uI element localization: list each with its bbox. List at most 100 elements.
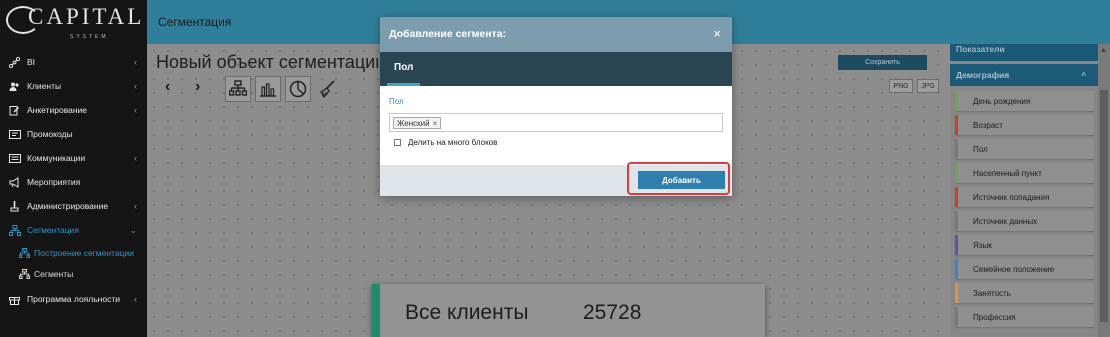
users-icon (8, 80, 21, 92)
segment-node-card[interactable]: Все клиенты 25728 (372, 284, 765, 337)
sidebar-item-label: Анкетирование (27, 105, 88, 115)
split-blocks-checkbox[interactable] (394, 139, 401, 146)
scrollbar-thumb[interactable] (1100, 90, 1108, 322)
sidebar-subitem-segments[interactable]: Сегменты (0, 263, 147, 284)
metric-item-marital-status[interactable]: Семейное положение (955, 259, 1094, 279)
bullhorn-icon (8, 176, 21, 188)
sidebar-subitem-build-segmentation[interactable]: Построение сегментации (0, 242, 147, 263)
sidebar-item-administration[interactable]: Администрирование ‹ (0, 194, 147, 218)
chevron-left-icon: ‹ (134, 81, 137, 91)
metric-item-language[interactable]: Язык (955, 235, 1094, 255)
tree-layout-tool[interactable] (225, 76, 251, 102)
split-blocks-option[interactable]: Делить на много блоков (394, 138, 497, 147)
png-export-button[interactable]: PNG (889, 79, 913, 93)
chip-label: Женский (397, 118, 430, 128)
chip-remove-icon[interactable]: × (433, 119, 438, 128)
jpg-export-button[interactable]: JPG (917, 79, 939, 93)
sidebar-item-label: Промокоды (27, 129, 73, 139)
share-icon (8, 56, 21, 68)
metric-item-profession[interactable]: Профессия (955, 307, 1094, 327)
sidebar-item-events[interactable]: Мероприятия (0, 170, 147, 194)
page-title: Новый объект сегментации (156, 52, 378, 72)
highlight-frame (627, 162, 730, 195)
prev-arrow-button[interactable]: ‹ (165, 78, 170, 96)
edit-icon (8, 104, 21, 116)
segment-node-count: 25728 (583, 301, 642, 324)
metric-item-label: Населенный пункт (973, 168, 1042, 178)
metric-item-label: Профессия (973, 312, 1016, 322)
metric-item-label: Семейное положение (973, 264, 1055, 274)
segment-node-label: Все клиенты (405, 301, 529, 324)
metric-item-locality[interactable]: Населенный пункт (955, 163, 1094, 183)
modal-body: Пол Женский × Делить на много блоков (380, 86, 732, 165)
sidebar-item-label: Коммуникации (27, 153, 86, 163)
logo-text: CAPITAL (28, 4, 145, 29)
metrics-panel-header: Показатели (950, 44, 1098, 61)
metric-item-label: Пол (973, 144, 988, 154)
wrench-icon (8, 200, 21, 212)
sidebar-subitem-label: Сегменты (34, 268, 74, 279)
sidebar-item-label: Программа лояльности (27, 294, 120, 304)
metric-item-label: Источник попадания (973, 192, 1050, 202)
metric-item-source[interactable]: Источник попадания (955, 187, 1094, 207)
sitemap-icon (18, 247, 30, 258)
metrics-group-label: Демография (956, 70, 1010, 80)
clear-canvas-tool[interactable] (314, 76, 340, 102)
close-icon[interactable]: × (713, 26, 721, 41)
sidebar-item-label: Сегментация (27, 225, 79, 235)
selected-chip-female: Женский × (393, 117, 442, 129)
metric-item-birthday[interactable]: День рождения (955, 91, 1094, 111)
chevron-left-icon: ‹ (134, 105, 137, 115)
metric-item-age[interactable]: Возраст (955, 115, 1094, 135)
metric-item-employment[interactable]: Занятость (955, 283, 1094, 303)
logo-sub: SYSTEM (70, 34, 109, 40)
next-arrow-button[interactable]: › (195, 78, 200, 96)
chevron-up-icon: ^ (1081, 70, 1086, 80)
chevron-down-icon: ⌄ (129, 225, 137, 235)
bar-chart-tool[interactable] (255, 76, 281, 102)
sidebar-item-clients[interactable]: Клиенты ‹ (0, 74, 147, 98)
metric-item-label: Занятость (973, 288, 1011, 298)
sitemap-icon (229, 80, 247, 96)
chevron-left-icon: ‹ (134, 153, 137, 163)
scroll-up-icon[interactable]: ▲ (1100, 47, 1107, 54)
sitemap-icon (18, 268, 30, 279)
save-button[interactable]: Сохранить (838, 55, 927, 70)
modal-header: Добавление сегмента: × (380, 17, 732, 52)
metrics-group-demography[interactable]: Демография ^ (950, 64, 1098, 86)
gift-icon (8, 293, 21, 305)
sidebar-item-label: Клиенты (27, 81, 62, 91)
gender-field-label: Пол (389, 97, 404, 106)
chevron-left-icon: ‹ (134, 294, 137, 304)
split-blocks-label: Делить на много блоков (408, 138, 498, 147)
bar-chart-icon (260, 83, 276, 97)
metric-item-label: День рождения (973, 96, 1031, 106)
sidebar-item-bi[interactable]: BI ‹ (0, 50, 147, 74)
sidebar-item-surveys[interactable]: Анкетирование ‹ (0, 98, 147, 122)
sitemap-icon (8, 224, 21, 236)
chevron-left-icon: ‹ (134, 201, 137, 211)
sidebar-item-label: BI (27, 57, 36, 67)
sidebar-item-segmentation[interactable]: Сегментация ⌄ (0, 218, 147, 242)
metrics-list: День рождения Возраст Пол Населенный пун… (955, 91, 1094, 331)
pie-chart-tool[interactable] (285, 76, 311, 102)
metric-item-label: Язык (973, 240, 992, 250)
sidebar-nav: BI ‹ Клиенты ‹ Анкетирование ‹ Промокоды (0, 50, 147, 311)
metric-item-data-source[interactable]: Источник данных (955, 211, 1094, 231)
sidebar-item-label: Мероприятия (27, 177, 81, 187)
sidebar-item-promocodes[interactable]: Промокоды (0, 122, 147, 146)
sidebar-item-communications[interactable]: Коммуникации ‹ (0, 146, 147, 170)
tab-gender[interactable]: Пол (387, 52, 421, 86)
chevron-left-icon: ‹ (134, 57, 137, 67)
sidebar-item-label: Администрирование (27, 201, 109, 211)
modal-title: Добавление сегмента: (389, 28, 507, 40)
sidebar-subitem-label: Построение сегментации (34, 247, 134, 258)
panel-scrollbar[interactable]: ▲ (1098, 44, 1110, 337)
metric-item-gender[interactable]: Пол (955, 139, 1094, 159)
metric-item-label: Источник данных (973, 216, 1038, 226)
sidebar: CAPITAL SYSTEM BI ‹ Клиенты ‹ Анкетирова… (0, 0, 147, 337)
metric-item-label: Возраст (973, 120, 1003, 130)
gender-multiselect[interactable]: Женский × (389, 113, 723, 132)
list-icon (8, 152, 21, 164)
sidebar-item-loyalty[interactable]: Программа лояльности ‹ (0, 287, 147, 311)
